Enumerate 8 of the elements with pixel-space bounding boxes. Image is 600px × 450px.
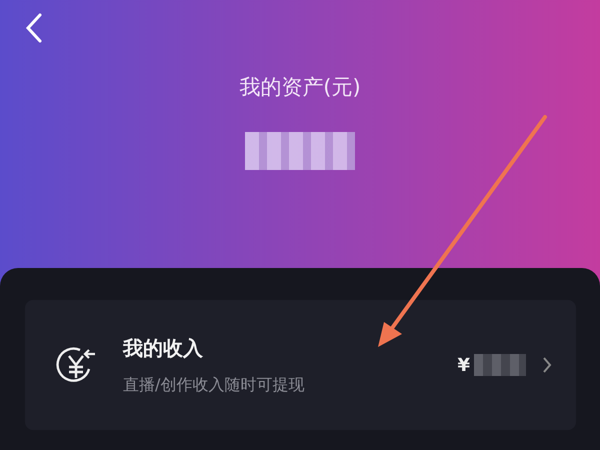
income-card[interactable]: 我的收入 直播/创作收入随时可提现 ¥: [25, 300, 576, 430]
income-title: 我的收入: [123, 335, 204, 362]
chevron-right-icon: [542, 356, 552, 374]
assets-title: 我的资产(元): [238, 74, 362, 101]
redacted-income: [474, 354, 526, 376]
income-subtitle: 直播/创作收入随时可提现: [123, 374, 306, 396]
back-icon[interactable]: [24, 12, 44, 44]
currency-symbol: ¥: [457, 354, 470, 378]
